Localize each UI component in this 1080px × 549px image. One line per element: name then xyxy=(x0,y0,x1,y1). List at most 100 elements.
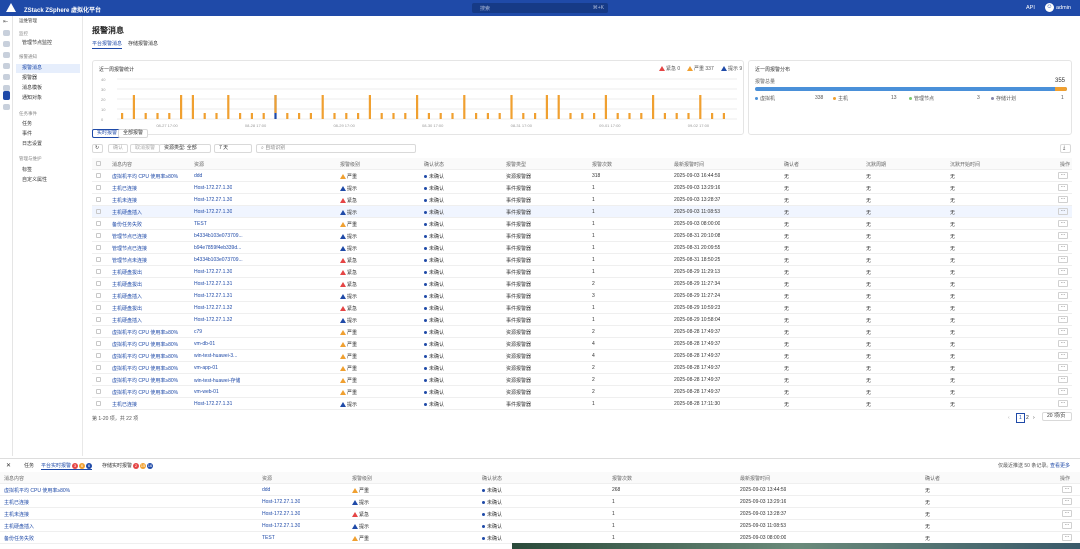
resource-link[interactable]: Host-172.27.1.32 xyxy=(194,317,232,323)
message-link[interactable]: 主机未连接 xyxy=(4,511,29,518)
pager-prev-icon[interactable]: ‹ xyxy=(1008,415,1010,421)
message-link[interactable]: 主机硬盘插入 xyxy=(112,293,142,300)
resource-link[interactable]: vm-web-01 xyxy=(194,389,219,395)
message-link[interactable]: 主机硬盘插入 xyxy=(112,317,142,324)
sidebar-item-attr[interactable]: 自定义属性 xyxy=(16,176,80,185)
filter-input[interactable]: ⌕ 自动识别 xyxy=(256,144,416,153)
resource-link[interactable]: Host-172.27.1.30 xyxy=(194,197,232,203)
tab-storage[interactable]: 存储报警消息 xyxy=(128,39,158,48)
row-checkbox[interactable] xyxy=(96,365,101,370)
tab-platform[interactable]: 平台报警消息 xyxy=(92,39,123,49)
search-input[interactable]: 搜索 ⌘+K xyxy=(472,3,608,13)
pager-page-1[interactable]: 1 xyxy=(1016,413,1025,423)
row-more-button[interactable]: ··· xyxy=(1062,522,1072,529)
row-more-button[interactable]: ··· xyxy=(1058,316,1068,323)
user-name[interactable]: admin xyxy=(1056,5,1071,11)
row-more-button[interactable]: ··· xyxy=(1062,510,1072,517)
sidebar-item-alarm-msg[interactable]: 报警消息 xyxy=(16,64,80,73)
resource-link[interactable]: Host-172.27.1.30 xyxy=(262,511,300,517)
message-link[interactable]: 虚拟机平均 CPU 使用率≥80% xyxy=(112,389,178,396)
message-link[interactable]: 管理节点已连接 xyxy=(112,245,147,252)
message-link[interactable]: 主机硬盘插入 xyxy=(112,209,142,216)
resource-icon[interactable] xyxy=(3,41,10,47)
message-link[interactable]: 备份任务失败 xyxy=(112,221,142,228)
message-link[interactable]: 主机未连接 xyxy=(112,197,137,204)
resource-link[interactable]: TEST xyxy=(262,535,275,541)
avatar[interactable]: ☺ xyxy=(1045,3,1054,12)
row-more-button[interactable]: ··· xyxy=(1062,534,1072,541)
drawer-tab-platform[interactable]: 平台实时报警 3 6 6 xyxy=(41,462,93,470)
row-more-button[interactable]: ··· xyxy=(1058,244,1068,251)
api-link[interactable]: API xyxy=(1026,5,1035,11)
message-link[interactable]: 主机硬盘插入 xyxy=(4,523,34,530)
message-link[interactable]: 虚拟机平均 CPU 使用率≥80% xyxy=(112,341,178,348)
row-checkbox[interactable] xyxy=(96,209,101,214)
row-more-button[interactable]: ··· xyxy=(1058,268,1068,275)
row-checkbox[interactable] xyxy=(96,185,101,190)
resource-link[interactable]: Host-172.27.1.30 xyxy=(194,185,232,191)
message-link[interactable]: 虚拟机平均 CPU 使用率≥80% xyxy=(112,173,178,180)
drawer-tab-storage[interactable]: 存储实时报警 2 15 16 xyxy=(102,462,154,469)
row-more-button[interactable]: ··· xyxy=(1058,256,1068,263)
resource-link[interactable]: TEST xyxy=(194,221,207,227)
row-more-button[interactable]: ··· xyxy=(1058,292,1068,299)
row-more-button[interactable]: ··· xyxy=(1058,364,1068,371)
row-checkbox[interactable] xyxy=(96,221,101,226)
row-checkbox[interactable] xyxy=(96,389,101,394)
download-icon[interactable]: ⤓ xyxy=(1060,144,1071,153)
row-checkbox[interactable] xyxy=(96,245,101,250)
dashboard-icon[interactable] xyxy=(3,30,10,36)
row-more-button[interactable]: ··· xyxy=(1058,220,1068,227)
sidebar-item-task[interactable]: 任务 xyxy=(16,120,80,129)
message-link[interactable]: 虚拟机平均 CPU 使用率≥80% xyxy=(112,353,178,360)
row-more-button[interactable]: ··· xyxy=(1058,340,1068,347)
resource-link[interactable]: ddd xyxy=(262,487,270,493)
resource-link[interactable]: Host-172.27.1.30 xyxy=(194,269,232,275)
cancel-alarm-button[interactable]: 取消报警 xyxy=(130,144,161,153)
resource-link[interactable]: Host-172.27.1.30 xyxy=(262,499,300,505)
message-link[interactable]: 主机已连接 xyxy=(112,401,137,408)
resource-link[interactable]: vm-app-01 xyxy=(194,365,218,371)
row-checkbox[interactable] xyxy=(96,341,101,346)
row-checkbox[interactable] xyxy=(96,281,101,286)
message-link[interactable]: 管理节点已连接 xyxy=(112,233,147,240)
message-link[interactable]: 主机已连接 xyxy=(112,185,137,192)
resource-link[interactable]: Host-172.27.1.31 xyxy=(194,401,232,407)
resource-link[interactable]: b4334b103e073709... xyxy=(194,233,243,239)
close-icon[interactable]: ✕ xyxy=(6,462,11,469)
sidebar-item-template[interactable]: 消息模板 xyxy=(16,84,80,93)
days-select[interactable]: 7 天 xyxy=(214,144,252,153)
message-link[interactable]: 主机硬盘拔出 xyxy=(112,281,142,288)
resource-link[interactable]: Host-172.27.1.32 xyxy=(194,305,232,311)
sidebar-item-receiver[interactable]: 通知对象 xyxy=(16,94,80,103)
row-checkbox[interactable] xyxy=(96,353,101,358)
row-checkbox[interactable] xyxy=(96,257,101,262)
row-checkbox[interactable] xyxy=(96,233,101,238)
message-link[interactable]: 虚拟机平均 CPU 使用率≥80% xyxy=(4,487,70,494)
row-more-button[interactable]: ··· xyxy=(1058,184,1068,191)
resource-link[interactable]: win-test-huawei-3... xyxy=(194,353,237,359)
message-link[interactable]: 虚拟机平均 CPU 使用率≥80% xyxy=(112,377,178,384)
resource-link[interactable]: vm-db-01 xyxy=(194,341,215,347)
resource-link[interactable]: Host-172.27.1.31 xyxy=(194,293,232,299)
message-link[interactable]: 备份任务失败 xyxy=(4,535,34,542)
ops-icon[interactable] xyxy=(3,91,10,100)
sidebar-item-node[interactable]: 管理节点监控 xyxy=(16,39,80,48)
storage-icon[interactable] xyxy=(3,63,10,69)
row-more-button[interactable]: ··· xyxy=(1062,486,1072,493)
resource-link[interactable]: c79 xyxy=(194,329,202,335)
message-link[interactable]: 虚拟机平均 CPU 使用率≥80% xyxy=(112,329,178,336)
drawer-tab-task[interactable]: 任务 xyxy=(24,462,34,469)
message-link[interactable]: 主机硬盘拔出 xyxy=(112,269,142,276)
row-checkbox[interactable] xyxy=(96,293,101,298)
subtab-all[interactable]: 全部报警 xyxy=(118,129,149,138)
resource-link[interactable]: Host-172.27.1.30 xyxy=(194,209,232,215)
confirm-button[interactable]: 确认 xyxy=(108,144,129,153)
refresh-icon[interactable]: ↻ xyxy=(92,144,103,153)
row-checkbox[interactable] xyxy=(96,329,101,334)
row-checkbox[interactable] xyxy=(96,317,101,322)
row-more-button[interactable]: ··· xyxy=(1062,498,1072,505)
collapse-icon[interactable]: ⇤ xyxy=(3,18,10,25)
resource-link[interactable]: b4334b103e073709... xyxy=(194,257,243,263)
select-all-checkbox[interactable] xyxy=(96,161,101,166)
